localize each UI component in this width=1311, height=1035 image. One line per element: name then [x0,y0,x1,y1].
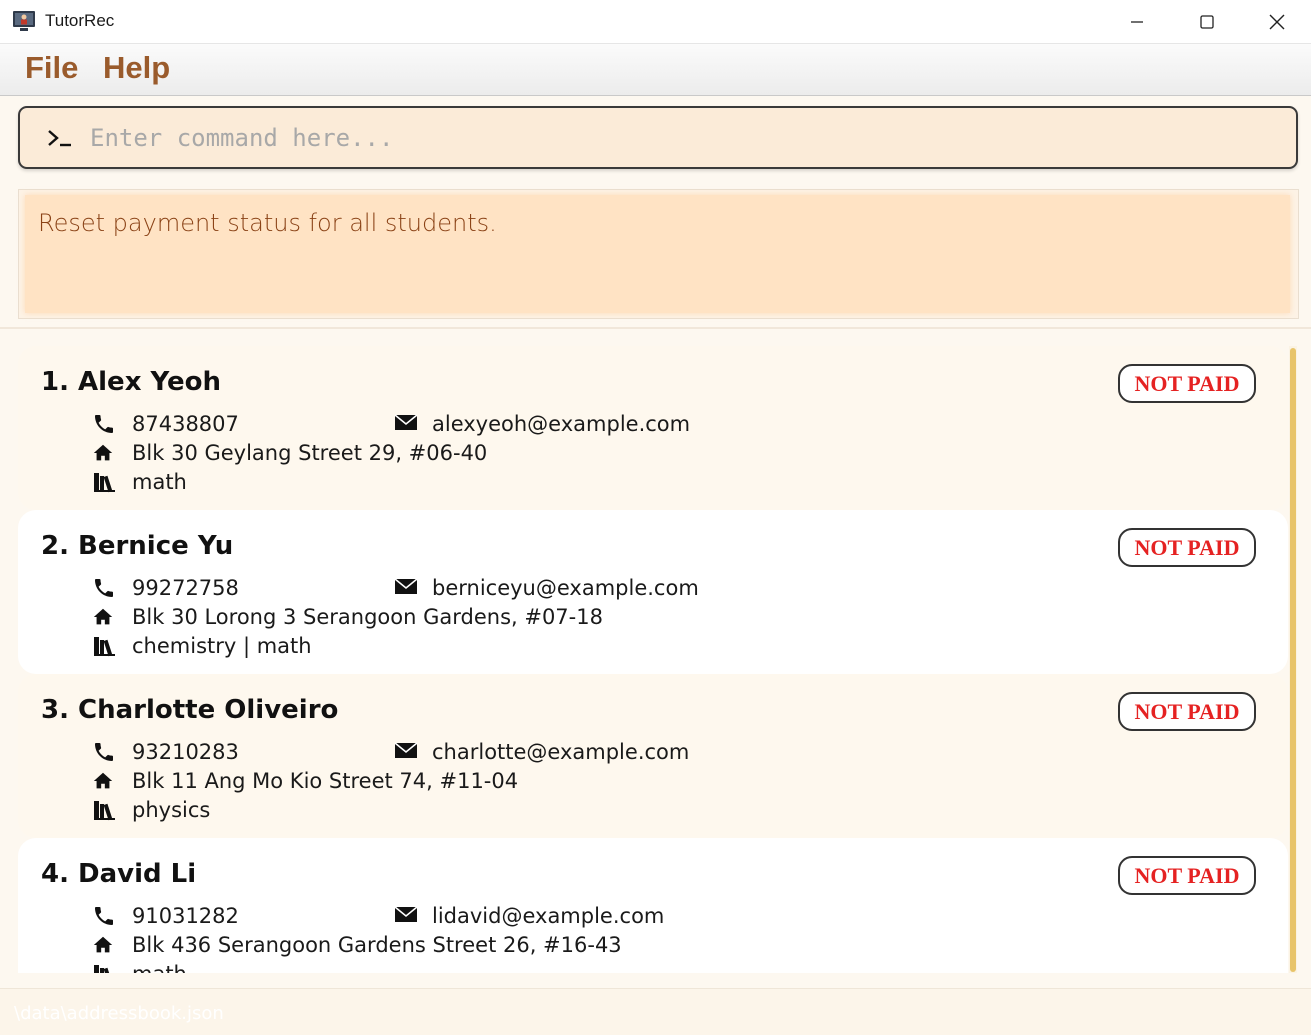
home-icon [92,605,118,629]
phone-row: 93210283 [92,740,239,764]
command-input[interactable] [90,118,1280,158]
email-row: lidavid@example.com [394,904,664,928]
terminal-prompt-icon [48,130,71,147]
home-icon [92,933,118,957]
data-file-path: \data\addressbook.json [14,1003,224,1024]
address-row: Blk 30 Lorong 3 Serangoon Gardens, #07-1… [92,605,603,629]
student-name: 3. Charlotte Oliveiro [41,695,339,725]
student-card[interactable]: 2. Bernice Yu NOT PAID 99272758 bernicey… [18,510,1288,674]
books-icon [92,470,118,494]
phone-row: 99272758 [92,576,239,600]
email-address: berniceyu@example.com [432,576,699,600]
envelope-icon [394,412,418,436]
app-icon [13,11,35,31]
phone-icon [92,904,118,928]
phone-row: 87438807 [92,412,239,436]
subjects: physics [132,798,211,822]
address: Blk 30 Lorong 3 Serangoon Gardens, #07-1… [132,605,603,629]
subjects-row: math [92,962,187,973]
email-row: alexyeoh@example.com [394,412,690,436]
title-bar: TutorRec [0,0,1311,44]
student-name: 2. Bernice Yu [41,531,234,561]
phone-icon [92,576,118,600]
payment-status-badge: NOT PAID [1118,364,1256,403]
result-display[interactable]: Reset payment status for all students. [25,195,1290,313]
address-row: Blk 11 Ang Mo Kio Street 74, #11-04 [92,769,518,793]
envelope-icon [394,740,418,764]
command-box [18,106,1298,169]
envelope-icon [394,576,418,600]
phone-number: 93210283 [132,740,239,764]
address: Blk 11 Ang Mo Kio Street 74, #11-04 [132,769,519,793]
email-address: lidavid@example.com [432,904,665,928]
email-row: berniceyu@example.com [394,576,699,600]
maximize-icon [1200,15,1214,29]
home-icon [92,441,118,465]
minimize-button[interactable] [1102,0,1172,44]
student-card[interactable]: 1. Alex Yeoh NOT PAID 87438807 alexyeoh@… [18,346,1288,510]
address-row: Blk 436 Serangoon Gardens Street 26, #16… [92,933,622,957]
email-address: charlotte@example.com [432,740,690,764]
home-icon [92,769,118,793]
subjects: math [132,962,187,973]
status-bar: \data\addressbook.json [0,988,1311,1035]
student-name: 4. David Li [41,859,197,889]
envelope-icon [394,904,418,928]
minimize-icon [1131,21,1143,23]
close-button[interactable] [1242,0,1311,44]
menu-file[interactable]: File [25,50,78,86]
address-row: Blk 30 Geylang Street 29, #06-40 [92,441,487,465]
menu-help[interactable]: Help [103,50,170,86]
email-address: alexyeoh@example.com [432,412,691,436]
divider [0,327,1311,329]
address: Blk 30 Geylang Street 29, #06-40 [132,441,488,465]
payment-status-badge: NOT PAID [1118,528,1256,567]
maximize-button[interactable] [1172,0,1242,44]
email-row: charlotte@example.com [394,740,689,764]
phone-icon [92,412,118,436]
result-message: Reset payment status for all students. [38,209,497,237]
phone-row: 91031282 [92,904,239,928]
subjects-row: chemistry | math [92,634,312,658]
phone-number: 91031282 [132,904,239,928]
scrollbar-thumb[interactable] [1290,348,1296,972]
books-icon [92,798,118,822]
payment-status-badge: NOT PAID [1118,856,1256,895]
subjects-row: physics [92,798,210,822]
subjects: chemistry | math [132,634,312,658]
result-display-container: Reset payment status for all students. [18,189,1299,319]
books-icon [92,634,118,658]
menu-bar: File Help [0,44,1311,96]
books-icon [92,962,118,973]
payment-status-badge: NOT PAID [1118,692,1256,731]
phone-number: 99272758 [132,576,239,600]
subjects-row: math [92,470,187,494]
phone-number: 87438807 [132,412,239,436]
student-list[interactable]: 1. Alex Yeoh NOT PAID 87438807 alexyeoh@… [18,346,1288,973]
student-card[interactable]: 3. Charlotte Oliveiro NOT PAID 93210283 … [18,674,1288,838]
window-title: TutorRec [45,11,115,30]
subjects: math [132,470,187,494]
phone-icon [92,740,118,764]
address: Blk 436 Serangoon Gardens Street 26, #16… [132,933,622,957]
student-name: 1. Alex Yeoh [41,367,221,397]
student-card[interactable]: 4. David Li NOT PAID 91031282 lidavid@ex… [18,838,1288,973]
close-icon [1269,14,1285,30]
